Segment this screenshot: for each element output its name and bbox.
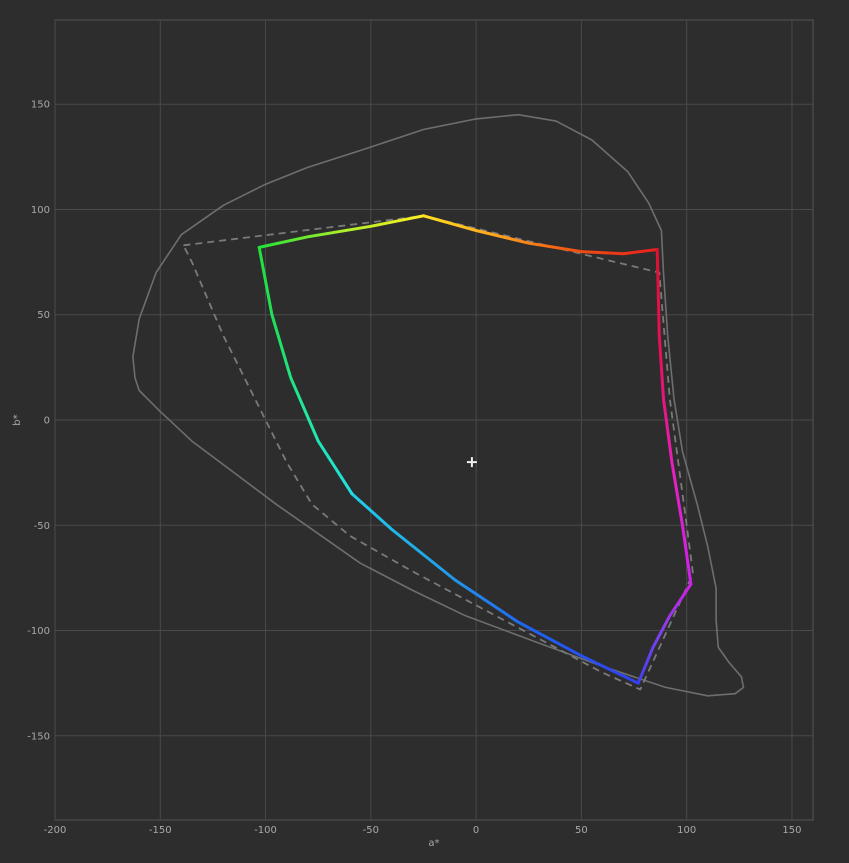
comparison-gamut-dashed (182, 214, 694, 691)
x-tick-label: -200 (44, 825, 67, 836)
y-axis-label: b* (12, 414, 23, 425)
y-tick-label: 50 (37, 310, 50, 321)
spectral-gamut-edge (422, 214, 659, 256)
y-tick-label: -100 (27, 626, 50, 637)
series-layer (132, 113, 745, 697)
x-tick-label: 50 (575, 825, 588, 836)
y-tick-label: 100 (31, 205, 50, 216)
x-tick-label: -50 (363, 825, 379, 836)
x-tick-label: 100 (677, 825, 696, 836)
y-tick-label: -50 (34, 521, 50, 532)
x-tick-label: -150 (149, 825, 172, 836)
y-tick-label: 150 (31, 100, 50, 111)
spectral-gamut-edge (655, 248, 693, 586)
white-point-marker (466, 457, 477, 468)
spectral-gamut-edge (350, 492, 640, 685)
x-tick-label: 0 (473, 825, 479, 836)
y-tick-label: 0 (44, 416, 50, 427)
spectral-gamut-edge (636, 582, 693, 685)
gamut-chart: -200 -150 -100 -50 0 50 100 150 -150 -100 -50 0 50 10… (12, 19, 814, 849)
spectral-gamut-edge (257, 214, 425, 249)
x-tick-label: -100 (254, 825, 277, 836)
x-axis-label: a* (428, 838, 439, 849)
tick-labels: -200 -150 -100 -50 0 50 100 150 -150 -100 -50 0 50 10… (27, 100, 801, 836)
y-tick-label: -150 (27, 731, 50, 742)
spectral-gamut-edge (257, 245, 354, 496)
reference-gamut-outline (132, 113, 745, 697)
x-tick-label: 150 (782, 825, 801, 836)
